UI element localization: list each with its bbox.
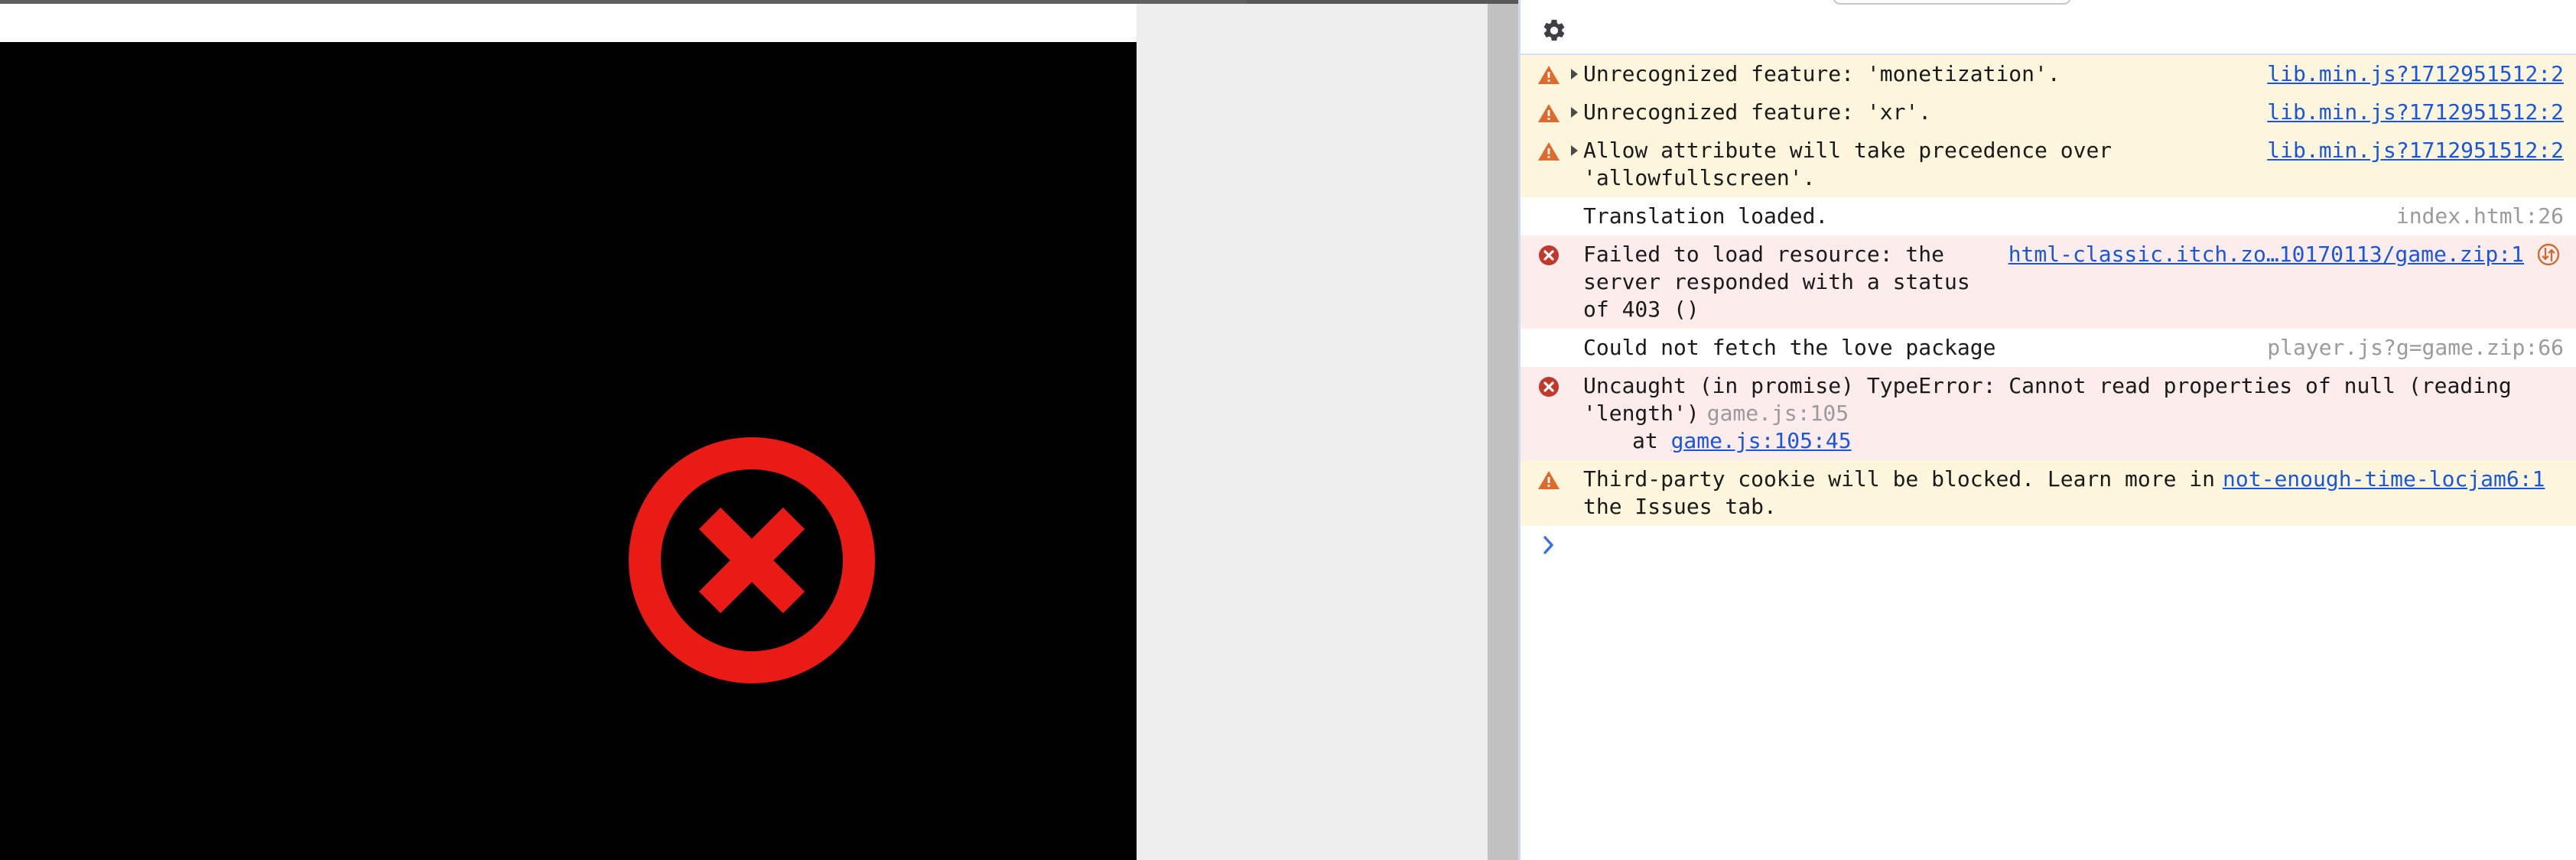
disclosure-spacer [1565,241,1583,268]
console-filter-input[interactable] [1833,0,2071,5]
console-message-row[interactable]: Unrecognized feature: 'monetization'. li… [1521,55,2576,93]
cookie-warning-text-after: the Issues tab. [1583,494,1777,519]
console-message-text: Unrecognized feature: 'monetization'. [1583,61,2060,86]
console-message-row[interactable]: Allow attribute will take precedence ove… [1521,131,2576,197]
console-log-gutter [1533,203,1565,230]
console-prompt-row[interactable] [1521,526,2576,569]
disclosure-spacer [1565,466,1583,493]
issues-tab-link[interactable]: not-enough-time-locjam6:1 [2223,466,2545,492]
warning-triangle-icon [1533,99,1565,126]
game-canvas[interactable] [0,42,1137,860]
disclosure-spacer [1565,372,1583,400]
console-message-source: player.js?g=game.zip:66 [2267,335,2564,360]
console-message-text: Could not fetch the love package [1583,335,1996,360]
error-circle-icon [1533,241,1565,268]
console-stack-line: at game.js:105:45 [1583,427,2553,455]
stack-prefix: at [1632,428,1671,453]
devtools-console-panel: Unrecognized feature: 'monetization'. li… [1518,0,2576,860]
disclosure-triangle-icon[interactable] [1565,60,1583,88]
console-inline-source: game.js:105 [1706,401,1849,426]
disclosure-spacer [1565,334,1583,362]
page-header-band [0,4,1137,42]
warning-triangle-icon [1533,137,1565,164]
page-scrollbar[interactable] [1488,4,1518,860]
disclosure-triangle-icon[interactable] [1565,99,1583,126]
disclosure-spacer [1565,203,1583,230]
console-toolbar [1521,0,2576,55]
console-prompt-input[interactable] [1565,534,2564,561]
console-message-source[interactable]: html-classic.itch.zo…10170113/game.zip:1 [1995,241,2524,268]
warning-triangle-icon [1533,60,1565,88]
cookie-warning-text-before: Third-party cookie will be blocked. Lear… [1583,466,2216,492]
screenshot-root: Unrecognized feature: 'monetization'. li… [0,0,2576,860]
console-message-row[interactable]: Could not fetch the love package player.… [1521,329,2576,367]
console-message-source[interactable]: lib.min.js?1712951512:2 [2253,99,2564,126]
console-message-text: Allow attribute will take precedence ove… [1583,138,2126,190]
error-circle-icon [1533,372,1565,400]
stack-frame-link[interactable]: game.js:105:45 [1671,428,1852,453]
console-message-text: Uncaught (in promise) TypeError: Cannot … [1583,372,2564,455]
console-message-source[interactable]: lib.min.js?1712951512:2 [2253,60,2564,88]
disclosure-triangle-icon[interactable] [1565,137,1583,164]
console-message-row[interactable]: Third-party cookie will be blocked. Lear… [1521,460,2576,526]
console-message-text: Translation loaded. [1583,203,1829,229]
gear-icon[interactable] [1537,14,1571,47]
console-message-text: Third-party cookie will be blocked. Lear… [1583,466,2564,521]
console-message-text: Failed to load resource: the server resp… [1583,242,1983,322]
console-message-source: index.html:26 [2395,203,2564,229]
chevron-right-icon [1533,534,1565,555]
warning-triangle-icon [1533,466,1565,493]
console-log-gutter [1533,334,1565,362]
network-request-icon[interactable] [2533,241,2564,268]
console-message-row[interactable]: Unrecognized feature: 'xr'. lib.min.js?1… [1521,93,2576,131]
error-circle-x-icon [629,437,875,683]
console-message-source[interactable]: lib.min.js?1712951512:2 [2253,137,2564,164]
console-message-row[interactable]: Translation loaded. index.html:26 [1521,197,2576,235]
console-message-list: Unrecognized feature: 'monetization'. li… [1521,55,2576,526]
page-viewport [0,4,1518,860]
console-message-row[interactable]: Uncaught (in promise) TypeError: Cannot … [1521,367,2576,460]
console-message-row[interactable]: Failed to load resource: the server resp… [1521,235,2576,329]
console-message-text: Unrecognized feature: 'xr'. [1583,99,1932,125]
